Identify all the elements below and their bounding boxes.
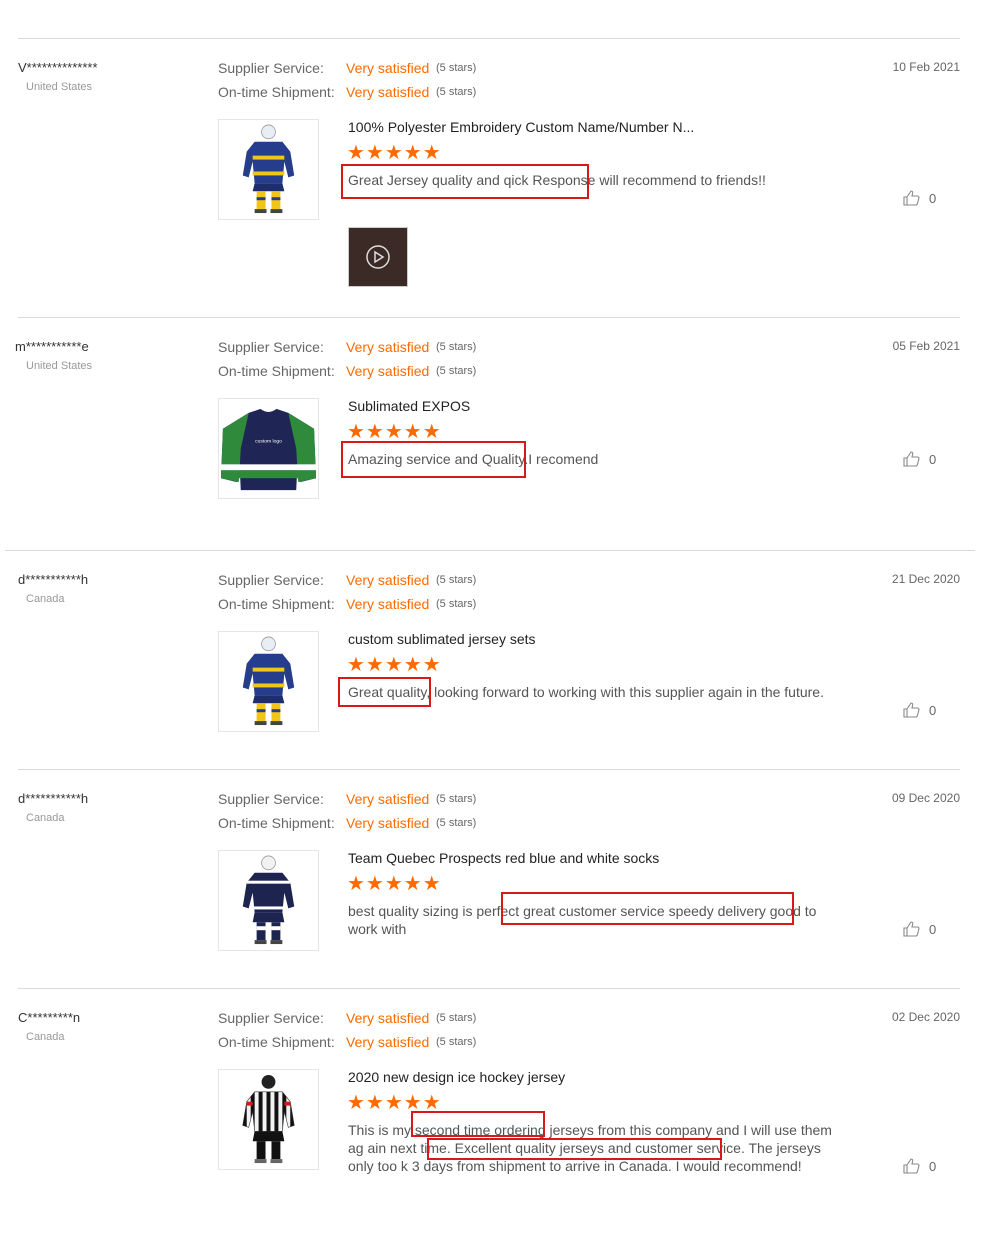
- like-count: 0: [929, 1158, 937, 1174]
- blue-yellow-hockey-player-icon: [242, 636, 295, 726]
- reviewer-country: Canada: [26, 1031, 65, 1043]
- jersey-logo-text: custom logo: [255, 439, 282, 445]
- highlight-box: [411, 1111, 545, 1137]
- thumbs-up-icon: [903, 1158, 920, 1174]
- review-date: 05 Feb 2021: [892, 339, 960, 353]
- reviewer-country: United States: [26, 360, 93, 372]
- shipment-stars: (5 stars): [436, 598, 477, 610]
- reviewer-name: C*********n: [18, 1010, 81, 1025]
- review-item: m***********e United States Supplier Ser…: [0, 339, 1000, 519]
- navy-hockey-player-icon: [242, 855, 295, 945]
- shipment-rating: Very satisfied: [346, 1034, 430, 1050]
- like-button[interactable]: 0: [903, 190, 936, 206]
- supplier-service-label: Supplier Service:: [218, 1010, 324, 1026]
- like-button[interactable]: 0: [903, 1158, 936, 1174]
- reviewer-country: United States: [26, 81, 93, 93]
- shipment-label: On-time Shipment:: [218, 596, 335, 612]
- highlight-box: [341, 164, 589, 199]
- review-date: 10 Feb 2021: [892, 60, 960, 74]
- reviewer-country: Canada: [26, 593, 65, 605]
- product-thumbnail[interactable]: [218, 119, 319, 220]
- shipment-label: On-time Shipment:: [218, 84, 335, 100]
- like-button[interactable]: 0: [903, 702, 936, 718]
- shipment-label: On-time Shipment:: [218, 363, 335, 379]
- shipment-label: On-time Shipment:: [218, 1034, 335, 1050]
- shipment-rating: Very satisfied: [346, 363, 430, 379]
- review-item: d***********h Canada Supplier Service: V…: [0, 791, 1000, 971]
- shipment-stars: (5 stars): [436, 86, 477, 98]
- play-icon: [366, 245, 390, 269]
- product-thumbnail[interactable]: custom logo: [218, 398, 319, 499]
- supplier-service-rating: Very satisfied: [346, 1010, 430, 1026]
- shipment-label: On-time Shipment:: [218, 815, 335, 831]
- navy-green-jersey-icon: custom logo: [220, 406, 317, 491]
- like-count: 0: [929, 190, 937, 206]
- supplier-service-label: Supplier Service:: [218, 791, 324, 807]
- review-date: 02 Dec 2020: [891, 1010, 960, 1024]
- highlight-box: [338, 677, 431, 707]
- referee-striped-player-icon: [242, 1074, 295, 1164]
- highlight-box: [341, 441, 526, 478]
- highlight-box: [427, 1138, 722, 1160]
- product-title[interactable]: 2020 new design ice hockey jersey: [348, 1069, 565, 1085]
- shipment-stars: (5 stars): [436, 1036, 477, 1048]
- product-title[interactable]: custom sublimated jersey sets: [348, 631, 536, 647]
- divider: [5, 550, 975, 551]
- product-thumbnail[interactable]: [218, 850, 319, 951]
- supplier-service-stars: (5 stars): [436, 62, 477, 74]
- supplier-service-label: Supplier Service:: [218, 572, 324, 588]
- reviewer-name: d***********h: [18, 791, 89, 806]
- video-thumbnail[interactable]: [348, 227, 408, 287]
- review-stars: ★★★★★: [347, 142, 442, 164]
- divider: [18, 769, 960, 770]
- supplier-service-label: Supplier Service:: [218, 339, 324, 355]
- review-stars: ★★★★★: [347, 873, 442, 895]
- supplier-service-stars: (5 stars): [436, 341, 477, 353]
- divider: [18, 988, 960, 989]
- product-title[interactable]: Sublimated EXPOS: [348, 398, 470, 414]
- reviewer-country: Canada: [26, 812, 65, 824]
- supplier-service-rating: Very satisfied: [346, 60, 430, 76]
- product-thumbnail[interactable]: [218, 631, 319, 732]
- shipment-stars: (5 stars): [436, 365, 477, 377]
- supplier-service-stars: (5 stars): [436, 793, 477, 805]
- supplier-service-stars: (5 stars): [436, 1012, 477, 1024]
- supplier-service-rating: Very satisfied: [346, 339, 430, 355]
- thumbs-up-icon: [903, 190, 920, 206]
- like-button[interactable]: 0: [903, 451, 936, 467]
- highlight-box: [501, 892, 794, 925]
- review-item: V************** United States Supplier S…: [0, 60, 1000, 300]
- review-item: C*********n Canada Supplier Service: Ver…: [0, 1010, 1000, 1210]
- thumbs-up-icon: [903, 702, 920, 718]
- like-button[interactable]: 0: [903, 921, 936, 937]
- reviewer-name: V**************: [18, 60, 98, 75]
- product-title[interactable]: Team Quebec Prospects red blue and white…: [348, 850, 659, 866]
- like-count: 0: [929, 451, 937, 467]
- reviewer-name: d***********h: [18, 572, 89, 587]
- shipment-rating: Very satisfied: [346, 815, 430, 831]
- review-stars: ★★★★★: [347, 1092, 442, 1114]
- thumbs-up-icon: [903, 921, 920, 937]
- reviewer-name: m***********e: [15, 339, 89, 354]
- product-thumbnail[interactable]: [218, 1069, 319, 1170]
- review-stars: ★★★★★: [347, 654, 442, 676]
- supplier-service-stars: (5 stars): [436, 574, 477, 586]
- review-stars: ★★★★★: [347, 421, 442, 443]
- review-date: 09 Dec 2020: [891, 791, 960, 805]
- shipment-rating: Very satisfied: [346, 596, 430, 612]
- divider: [18, 38, 960, 39]
- review-item: d***********h Canada Supplier Service: V…: [0, 572, 1000, 752]
- product-title[interactable]: 100% Polyester Embroidery Custom Name/Nu…: [348, 119, 694, 135]
- shipment-rating: Very satisfied: [346, 84, 430, 100]
- thumbs-up-icon: [903, 451, 920, 467]
- like-count: 0: [929, 921, 937, 937]
- review-date: 21 Dec 2020: [891, 572, 960, 586]
- blue-yellow-hockey-player-icon: [242, 124, 295, 214]
- divider: [18, 317, 960, 318]
- supplier-service-rating: Very satisfied: [346, 791, 430, 807]
- like-count: 0: [929, 702, 937, 718]
- supplier-service-label: Supplier Service:: [218, 60, 324, 76]
- supplier-service-rating: Very satisfied: [346, 572, 430, 588]
- shipment-stars: (5 stars): [436, 817, 477, 829]
